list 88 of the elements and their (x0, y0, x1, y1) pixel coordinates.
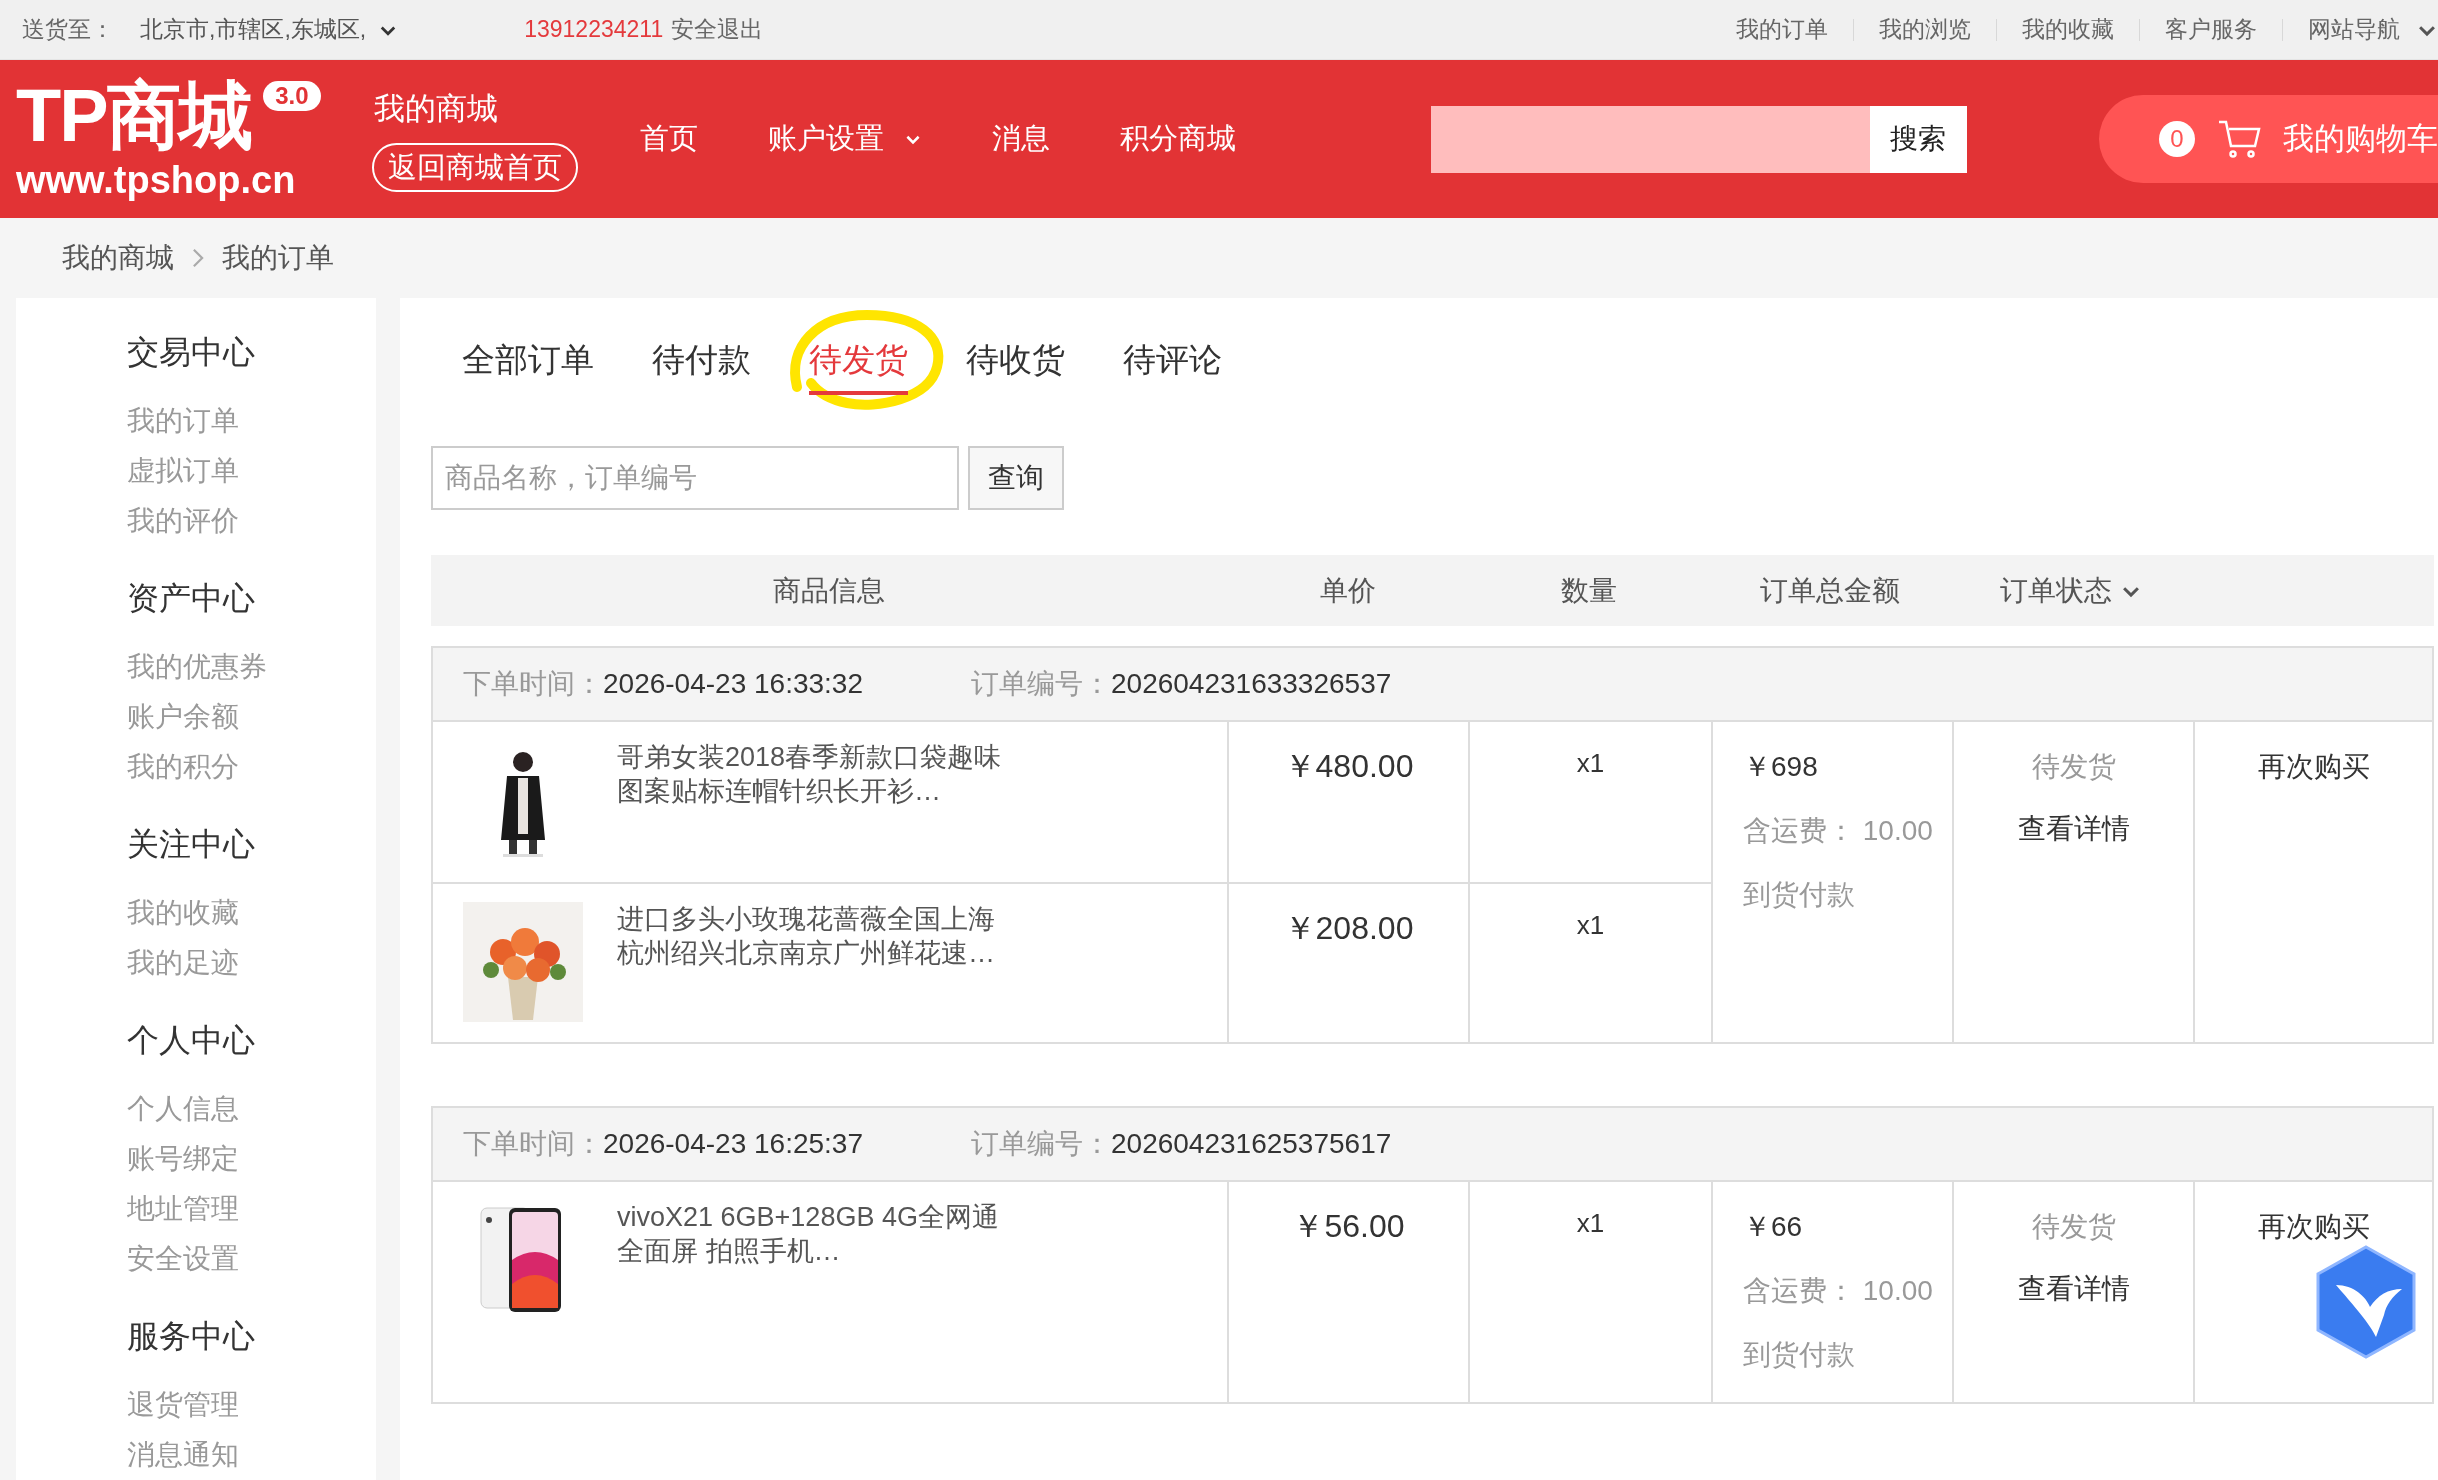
order-number-label: 订单编号： (971, 1127, 1111, 1161)
logout-link[interactable]: 安全退出 (671, 12, 764, 47)
chevron-right-icon (190, 247, 206, 269)
order-tab[interactable]: 待评论 (1123, 335, 1222, 395)
back-home-button[interactable]: 返回商城首页 (371, 142, 578, 192)
cart-icon (2217, 119, 2261, 159)
sidebar-section-title: 交易中心 (127, 333, 256, 372)
sidebar-item[interactable]: 我的收藏 (127, 888, 376, 938)
buy-again-link[interactable]: 再次购买 (2257, 746, 2370, 788)
nav-link[interactable]: 账户设置 (767, 117, 922, 161)
top-link[interactable]: 我的收藏 (2022, 12, 2114, 47)
top-link[interactable]: 网站导航 (2308, 12, 2438, 47)
column-header: 单价 (1319, 573, 1376, 608)
nav-link[interactable]: 首页 (639, 117, 698, 161)
sidebar-item[interactable]: 我的评价 (127, 496, 376, 546)
logo-title: TP商城 (16, 79, 252, 153)
product-name[interactable]: vivoX21 6GB+128GB 4G全网通 全面屏 拍照手机… (617, 1200, 999, 1268)
order-total: ￥66 (1743, 1210, 1803, 1244)
shipping-fee: 含运费： 10.00 (1743, 814, 1933, 848)
sidebar-section-title: 服务中心 (127, 1317, 256, 1356)
quantity: x1 (1576, 747, 1605, 780)
logo-url: www.tpshop.cn (16, 161, 297, 199)
view-details-link[interactable]: 查看详情 (2017, 808, 2130, 850)
sidebar-item[interactable]: 我的优惠券 (127, 642, 376, 692)
nav-link[interactable]: 消息 (991, 117, 1050, 161)
buy-again-link[interactable]: 再次购买 (2257, 1206, 2370, 1248)
order-tab[interactable]: 待收货 (966, 335, 1065, 395)
product-name[interactable]: 进口多头小玫瑰花蔷薇全国上海 杭州绍兴北京南京广州鲜花速… (617, 902, 995, 970)
sidebar-item[interactable]: 退货管理 (127, 1380, 376, 1430)
bird-icon[interactable] (2314, 1245, 2418, 1359)
breadcrumb-link[interactable]: 我的订单 (222, 237, 334, 279)
order-search-field[interactable]: 商品名称，订单编号 (431, 446, 959, 510)
unit-price: ￥56.00 (1292, 1207, 1405, 1246)
column-header[interactable]: 订单状态 (1999, 569, 2142, 612)
top-link[interactable]: 我的订单 (1736, 12, 1828, 47)
order-tab[interactable]: 待付款 (652, 335, 751, 395)
sidebar-item[interactable]: 个人信息 (127, 1084, 376, 1134)
cart-button[interactable]: 0 我的购物车 (2099, 95, 2438, 183)
phone-link[interactable]: 13912234211 (524, 12, 664, 47)
quantity: x1 (1576, 909, 1605, 942)
order-total: ￥698 (1743, 750, 1818, 784)
sidebar-section-title: 关注中心 (127, 825, 256, 864)
order-number-label: 订单编号： (971, 667, 1111, 701)
unit-price: ￥208.00 (1283, 909, 1414, 948)
order-time: 2026-04-23 16:25:37 (603, 1127, 863, 1161)
product-name[interactable]: 哥弟女装2018春季新款口袋趣味 图案贴标连帽针织长开衫… (617, 740, 1002, 808)
sidebar-item[interactable]: 消息通知 (127, 1430, 376, 1480)
sidebar-item[interactable]: 地址管理 (127, 1184, 376, 1234)
order-time: 2026-04-23 16:33:32 (603, 667, 863, 701)
sidebar-item[interactable]: 我的积分 (127, 742, 376, 792)
sidebar-item[interactable]: 虚拟订单 (127, 446, 376, 496)
location-selector[interactable]: 北京市,市辖区,东城区, (140, 12, 399, 47)
sidebar-item[interactable]: 我的足迹 (127, 938, 376, 988)
cart-label: 我的购物车 (2283, 119, 2438, 158)
order-status: 待发货 (2031, 750, 2116, 784)
sidebar-section-title: 个人中心 (127, 1021, 256, 1060)
order-status: 待发货 (2031, 1210, 2116, 1244)
sidebar-item[interactable]: 我的订单 (127, 396, 376, 446)
order-number: 202604231625375617 (1111, 1127, 1392, 1161)
payment-method: 到货付款 (1743, 878, 1855, 912)
column-header: 数量 (1560, 573, 1617, 608)
quantity: x1 (1576, 1207, 1605, 1240)
unit-price: ￥480.00 (1283, 747, 1414, 786)
order-time-label: 下单时间： (463, 667, 603, 701)
breadcrumb-link[interactable]: 我的商城 (62, 237, 174, 279)
sidebar-item[interactable]: 账户余额 (127, 692, 376, 742)
deliver-label: 送货至： (22, 15, 114, 45)
order-time-label: 下单时间： (463, 1127, 603, 1161)
search-field[interactable] (1430, 105, 1870, 173)
version-badge: 3.0 (263, 81, 321, 111)
search-button[interactable]: 搜索 (1869, 105, 1967, 173)
order-number: 202604231633326537 (1111, 667, 1392, 701)
order-tab[interactable]: 待发货 (809, 335, 908, 395)
column-header: 商品信息 (773, 573, 885, 608)
shipping-fee: 含运费： 10.00 (1743, 1274, 1933, 1308)
sidebar-item[interactable]: 账号绑定 (127, 1134, 376, 1184)
query-button[interactable]: 查询 (968, 446, 1064, 510)
view-details-link[interactable]: 查看详情 (2017, 1268, 2130, 1310)
payment-method: 到货付款 (1743, 1338, 1855, 1372)
sidebar-section-title: 资产中心 (127, 579, 256, 618)
top-link[interactable]: 客户服务 (2165, 12, 2257, 47)
cart-count-badge: 0 (2159, 121, 2195, 157)
sidebar-item[interactable]: 安全设置 (127, 1234, 376, 1284)
order-tab[interactable]: 全部订单 (462, 335, 594, 395)
column-header: 订单总金额 (1759, 573, 1900, 608)
nav-link[interactable]: 积分商城 (1119, 117, 1236, 161)
my-mall-title: 我的商城 (373, 90, 498, 128)
top-link[interactable]: 我的浏览 (1879, 12, 1971, 47)
